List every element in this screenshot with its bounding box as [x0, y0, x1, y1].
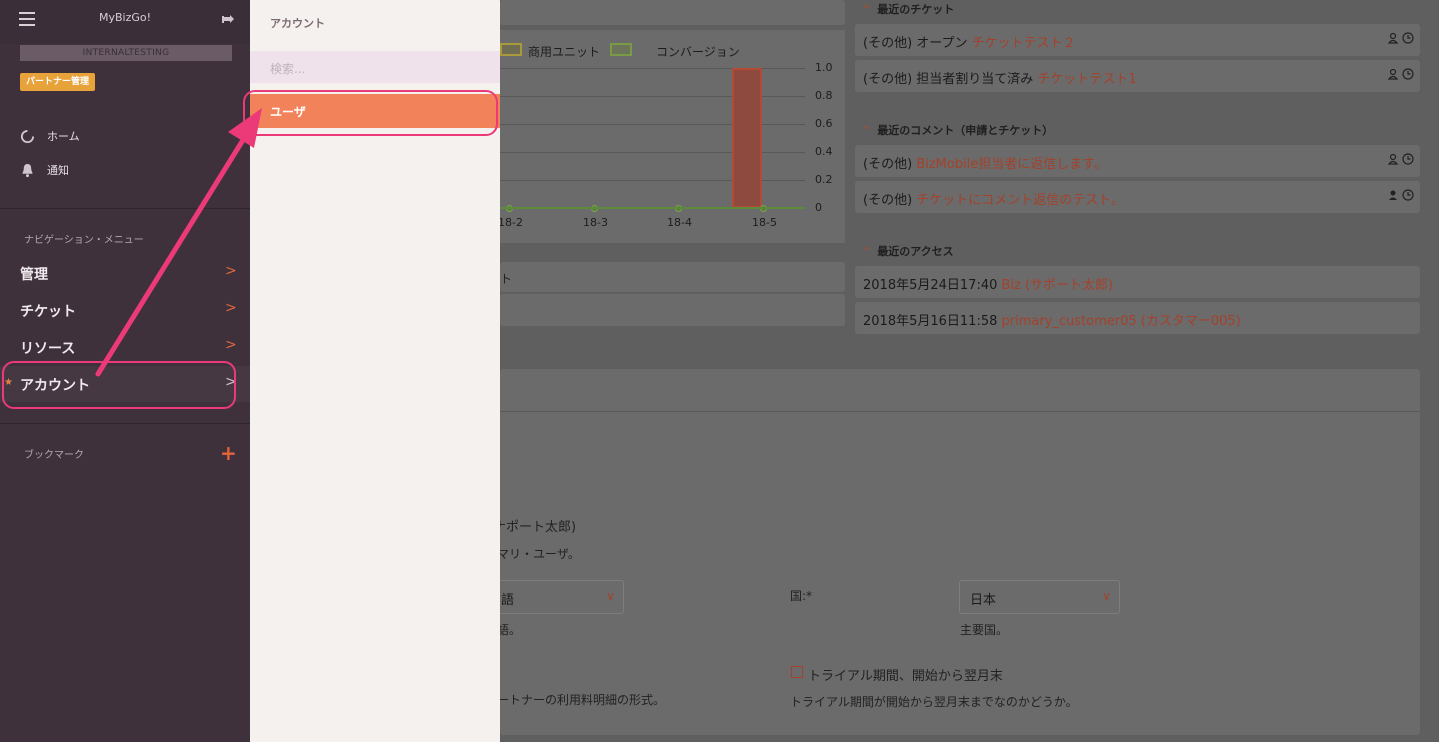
clock-icon — [1402, 68, 1414, 80]
partial-text-t: ト — [500, 272, 513, 286]
sidebar-header: MyBizGo! — [0, 0, 250, 44]
callout-users-highlight — [243, 90, 498, 136]
clock-icon — [1402, 32, 1414, 44]
sidebar-item-resources[interactable]: リソース > — [0, 329, 250, 365]
access-link[interactable]: Biz (サポート太郎) — [1002, 278, 1114, 293]
sidebar-item-tickets[interactable]: チケット > — [0, 292, 250, 328]
clock-icon — [1402, 189, 1414, 201]
loading-icon — [20, 129, 35, 143]
ticket-row[interactable]: (その他) 担当者割り当て済み チケットテスト1 — [855, 60, 1420, 92]
chart-y-axis: 1.0 0.8 0.6 0.4 0.2 0 — [810, 60, 845, 220]
bell-icon — [22, 163, 33, 177]
user-outline-icon — [1387, 68, 1399, 80]
user-outline-icon — [1387, 153, 1399, 165]
pin-icon[interactable] — [221, 12, 237, 28]
trial-period-label: トライアル期間、開始から翌月末 — [808, 669, 1003, 684]
sidebar-item-admin[interactable]: 管理 > — [0, 255, 250, 291]
chevron-right-icon: > — [225, 337, 237, 353]
y-tick-label: 1.0 — [815, 61, 833, 74]
sidebar-item-home[interactable]: ホーム — [20, 128, 80, 144]
language-help: 語。 — [497, 623, 522, 637]
partner-management-badge[interactable]: パートナー管理 — [20, 73, 96, 91]
y-tick-label: 0.2 — [815, 173, 833, 186]
sidebar-item-label: ホーム — [47, 130, 80, 143]
sidebar-item-label: 通知 — [47, 164, 69, 177]
chart-series-line — [500, 207, 805, 209]
x-tick-label: 18-3 — [583, 216, 608, 229]
x-tick-label: 18-4 — [667, 216, 692, 229]
sidebar-divider — [0, 208, 250, 209]
y-tick-label: 0.8 — [815, 89, 833, 102]
plus-icon[interactable]: + — [220, 443, 237, 463]
access-row[interactable]: 2018年5月16日11:58 primary_customer05 (カスタマ… — [855, 302, 1420, 334]
chart-x-axis: 18-2 18-3 18-4 18-5 — [498, 216, 805, 232]
y-tick-label: 0.6 — [815, 117, 833, 130]
legend-swatch-conversion — [610, 43, 632, 56]
y-tick-label: 0 — [815, 201, 822, 214]
billing-format-help: ートナーの利用料明細の形式。 — [497, 693, 666, 707]
user-filled-icon — [1389, 190, 1397, 200]
callout-account-highlight — [2, 361, 236, 409]
x-tick-label: 18-2 — [498, 216, 523, 229]
legend-label-commercial-units: 商用ユニット — [528, 45, 601, 59]
chevron-right-icon: > — [225, 263, 237, 279]
ticket-link[interactable]: チケットテスト２ — [972, 36, 1076, 51]
recent-access-header: ^ 最近のアクセス — [862, 245, 954, 258]
recent-comments-header: ^ 最近のコメント（申請とチケット） — [862, 124, 1054, 137]
language-select[interactable]: 語 ∨ — [490, 580, 624, 614]
user-outline-icon — [1387, 32, 1399, 44]
ticket-row[interactable]: (その他) オープン チケットテスト２ — [855, 24, 1420, 56]
comment-row[interactable]: (その他) BizMobile担当者に返信します。 — [855, 145, 1420, 177]
trial-period-help: トライアル期間が開始から翌月末までなのかどうか。 — [790, 695, 1078, 709]
country-label: 国:* — [790, 589, 813, 603]
legend-label-conversion: コンバージョン — [656, 45, 740, 59]
primary-user-help: マリ・ユーザ。 — [497, 547, 580, 561]
access-row[interactable]: 2018年5月24日17:40 Biz (サポート太郎) — [855, 266, 1420, 298]
tenant-name: INTERNALTESTING — [20, 45, 232, 61]
submenu-search-input[interactable]: 検索... — [250, 51, 500, 83]
lower-left-card-header: ト — [500, 262, 845, 292]
sidebar-item-label: リソース — [20, 341, 76, 357]
country-help: 主要国。 — [960, 623, 1009, 637]
recent-tickets-header: ^ 最近のチケット — [862, 3, 955, 16]
usage-chart: 商用ユニット コンバージョン 1.0 0.8 0.6 0.4 0.2 0 18-2 18-3… — [498, 30, 845, 243]
lower-left-card-row — [500, 294, 845, 326]
chevron-up-icon[interactable]: ^ — [862, 3, 871, 16]
sidebar-item-label: チケット — [20, 304, 76, 320]
bookmarks-label: ブックマーク — [24, 450, 84, 461]
chart-plot-area — [500, 68, 805, 212]
ticket-link[interactable]: チケットテスト1 — [1037, 72, 1136, 87]
legend-swatch-commercial-units — [500, 43, 522, 56]
nav-section-label: ナビゲーション・メニュー — [24, 235, 144, 246]
form-panel-divider — [500, 411, 1420, 412]
chart-bar — [732, 68, 762, 208]
submenu-title: アカウント — [270, 17, 325, 30]
comment-link[interactable]: BizMobile担当者に返信します。 — [916, 157, 1107, 172]
top-strip — [500, 0, 845, 25]
clock-icon — [1402, 153, 1414, 165]
sidebar-divider — [0, 423, 250, 424]
y-tick-label: 0.4 — [815, 145, 833, 158]
sidebar-item-label: 管理 — [20, 267, 48, 283]
trial-period-checkbox[interactable] — [791, 666, 803, 678]
app-title: MyBizGo! — [98, 11, 152, 24]
chevron-up-icon[interactable]: ^ — [862, 245, 871, 258]
access-link[interactable]: primary_customer05 (カスタマー005) — [1002, 314, 1241, 329]
sidebar-item-notifications[interactable]: 通知 — [20, 162, 69, 178]
chevron-down-icon: ∨ — [606, 589, 615, 603]
chevron-right-icon: > — [225, 300, 237, 316]
x-tick-label: 18-5 — [752, 216, 777, 229]
chevron-up-icon[interactable]: ^ — [862, 124, 871, 137]
comment-row[interactable]: (その他) チケットにコメント返信のテスト。 — [855, 181, 1420, 213]
primary-user-value: ナポート太郎) — [493, 520, 577, 535]
comment-link[interactable]: チケットにコメント返信のテスト。 — [916, 193, 1124, 208]
country-select[interactable]: 日本 ∨ — [959, 580, 1120, 614]
chevron-down-icon: ∨ — [1102, 589, 1111, 603]
